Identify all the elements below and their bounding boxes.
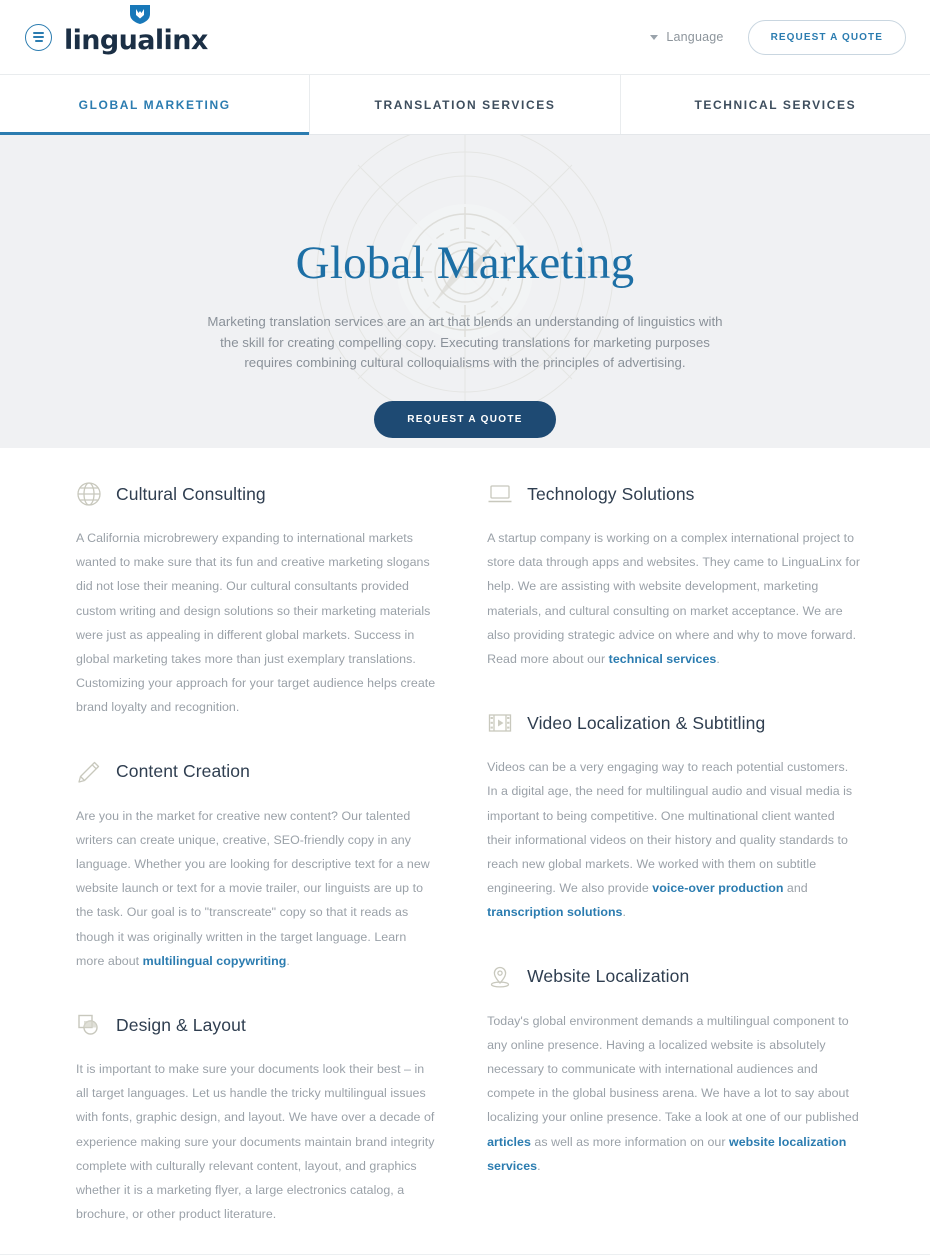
service-body-mid: as well as more information on our: [530, 1134, 729, 1149]
service-header: Website Localization: [487, 959, 860, 995]
service-design-layout: Design & Layout It is important to make …: [76, 1007, 437, 1226]
service-body-tail: .: [622, 905, 626, 920]
services-column-left: Cultural Consulting A California microbr…: [76, 476, 437, 1232]
service-title: Technology Solutions: [527, 483, 695, 504]
service-header: Content Creation: [76, 754, 437, 790]
service-technology-solutions: Technology Solutions A startup company i…: [487, 476, 860, 671]
language-label: Language: [666, 30, 724, 44]
link-multilingual-copywriting[interactable]: multilingual copywriting: [143, 954, 287, 968]
service-body-text: Are you in the market for creative new c…: [76, 808, 430, 968]
globe-icon: [77, 482, 101, 506]
service-body: Today's global environment demands a mul…: [487, 1009, 860, 1178]
brand-name: lingualinx: [64, 24, 208, 56]
service-title: Website Localization: [527, 966, 690, 987]
service-title: Video Localization & Subtitling: [527, 712, 766, 733]
hamburger-icon[interactable]: [25, 23, 52, 51]
service-video-localization: Video Localization & Subtitling Videos c…: [487, 705, 860, 924]
top-header-bar: lingualinx Language REQUEST A QUOTE: [0, 0, 930, 74]
map-pin-icon: [490, 966, 510, 988]
service-body: Videos can be a very engaging way to rea…: [487, 755, 860, 924]
hero-section: Global Marketing Marketing translation s…: [0, 135, 930, 448]
link-technical-services[interactable]: technical services: [609, 652, 717, 666]
link-voice-over-production[interactable]: voice-over production: [652, 881, 783, 895]
services-column-right: Technology Solutions A startup company i…: [487, 476, 860, 1232]
service-body-tail: .: [716, 652, 720, 667]
hero-subtitle: Marketing translation services are an ar…: [207, 314, 723, 370]
service-title: Cultural Consulting: [116, 483, 266, 504]
service-body-text: Today's global environment demands a mul…: [487, 1013, 859, 1125]
lingualinx-badge-icon: [130, 4, 150, 24]
service-title: Design & Layout: [116, 1014, 246, 1035]
service-body-tail: .: [286, 953, 290, 968]
request-quote-hero-button[interactable]: REQUEST A QUOTE: [374, 400, 556, 438]
link-transcription-solutions[interactable]: transcription solutions: [487, 905, 622, 919]
request-quote-header-button[interactable]: REQUEST A QUOTE: [747, 19, 906, 55]
service-body: A startup company is working on a comple…: [487, 526, 860, 671]
link-articles[interactable]: articles: [487, 1135, 531, 1149]
primary-tab-bar: GLOBAL MARKETING TRANSLATION SERVICES TE…: [0, 74, 930, 135]
service-header: Cultural Consulting: [76, 476, 437, 512]
service-body: Are you in the market for creative new c…: [76, 804, 437, 973]
film-play-icon: [488, 714, 512, 732]
tab-technical-services[interactable]: TECHNICAL SERVICES: [621, 75, 930, 134]
service-body-tail: .: [537, 1158, 541, 1173]
brand-wordmark-wrap: lingualinx: [64, 4, 208, 56]
service-body-text: A startup company is working on a comple…: [487, 531, 861, 667]
tab-global-marketing[interactable]: GLOBAL MARKETING: [0, 75, 311, 135]
service-body: It is important to make sure your docume…: [76, 1062, 435, 1222]
service-body: A California microbrewery expanding to i…: [76, 531, 436, 715]
brand-logo[interactable]: lingualinx: [25, 4, 208, 56]
page-title: Global Marketing: [295, 237, 635, 289]
chevron-down-icon: [650, 34, 659, 40]
service-header: Design & Layout: [76, 1007, 437, 1043]
services-content: Cultural Consulting A California microbr…: [0, 448, 930, 1233]
service-cultural-consulting: Cultural Consulting A California microbr…: [76, 476, 437, 720]
pencil-icon: [78, 761, 100, 783]
laptop-icon: [488, 485, 512, 503]
service-title: Content Creation: [116, 761, 250, 782]
tab-translation-services[interactable]: TRANSLATION SERVICES: [310, 75, 621, 134]
service-content-creation: Content Creation Are you in the market f…: [76, 754, 437, 973]
service-website-localization: Website Localization Today's global envi…: [487, 959, 860, 1178]
language-selector[interactable]: Language: [650, 30, 723, 44]
header-actions: Language REQUEST A QUOTE: [650, 19, 906, 55]
service-body-text: Videos can be a very engaging way to rea…: [487, 760, 853, 896]
design-shapes-icon: [78, 1014, 98, 1035]
service-body-mid: and: [783, 881, 808, 896]
service-header: Video Localization & Subtitling: [487, 705, 860, 741]
service-header: Technology Solutions: [487, 476, 860, 512]
